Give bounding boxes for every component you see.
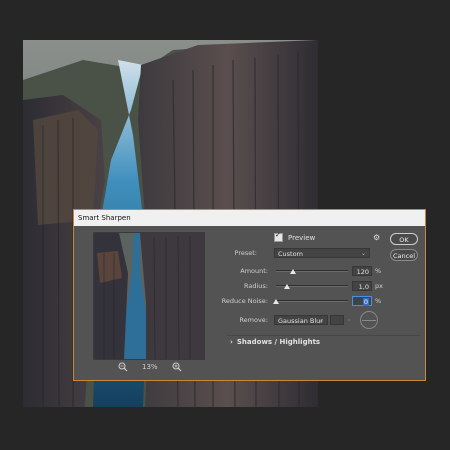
gear-icon[interactable]: ⚙ — [373, 233, 380, 242]
section-label: Shadows / Highlights — [236, 338, 321, 346]
smart-sharpen-dialog: Smart Sharpen 13% Preview ⚙ Preset: — [73, 209, 426, 381]
preset-label: Preset: — [234, 249, 257, 257]
check-icon[interactable] — [274, 231, 283, 242]
degree-symbol: ° — [348, 319, 351, 325]
section-divider — [227, 335, 420, 336]
radius-label: Radius: — [244, 282, 268, 290]
angle-dial-icon[interactable] — [360, 311, 378, 329]
remove-label: Remove: — [239, 316, 268, 324]
chevron-down-icon: ⌄ — [360, 250, 366, 257]
preset-select[interactable]: Custom ⌄ — [274, 248, 370, 258]
noise-unit: % — [375, 297, 382, 305]
preset-value: Custom — [278, 250, 303, 258]
amount-input[interactable]: 120 — [352, 266, 372, 276]
ok-button[interactable]: OK — [390, 233, 418, 245]
shadows-highlights-toggle[interactable]: › Shadows / Highlights — [230, 338, 320, 346]
preview-toggle[interactable]: Preview — [274, 231, 316, 242]
preview-label: Preview — [288, 233, 316, 242]
cancel-button[interactable]: Cancel — [390, 249, 418, 261]
chevron-right-icon: › — [230, 338, 233, 346]
amount-label: Amount: — [240, 267, 268, 275]
zoom-in-icon[interactable] — [172, 362, 182, 372]
remove-value: Gaussian Blur — [278, 317, 323, 325]
amount-unit: % — [375, 267, 382, 275]
zoom-out-icon[interactable] — [118, 362, 128, 372]
amount-slider-thumb[interactable] — [290, 269, 297, 274]
reduce-noise-label: Reduce Noise: — [221, 297, 268, 305]
dialog-title: Smart Sharpen — [74, 210, 425, 226]
radius-slider-thumb[interactable] — [283, 284, 290, 289]
zoom-level: 13% — [142, 363, 158, 371]
zoom-controls: 13% — [118, 362, 182, 372]
noise-value: 0 — [362, 298, 369, 306]
noise-input[interactable]: 0 — [352, 296, 372, 306]
noise-slider-track[interactable] — [276, 300, 348, 302]
angle-input[interactable] — [330, 315, 344, 325]
radius-unit: px — [375, 282, 383, 290]
amount-slider-track[interactable] — [276, 270, 348, 272]
chevron-down-icon: ⌄ — [318, 317, 324, 324]
remove-select[interactable]: Gaussian Blur ⌄ — [274, 315, 328, 325]
radius-input[interactable]: 1,0 — [352, 281, 372, 291]
noise-slider-thumb[interactable] — [273, 299, 279, 304]
